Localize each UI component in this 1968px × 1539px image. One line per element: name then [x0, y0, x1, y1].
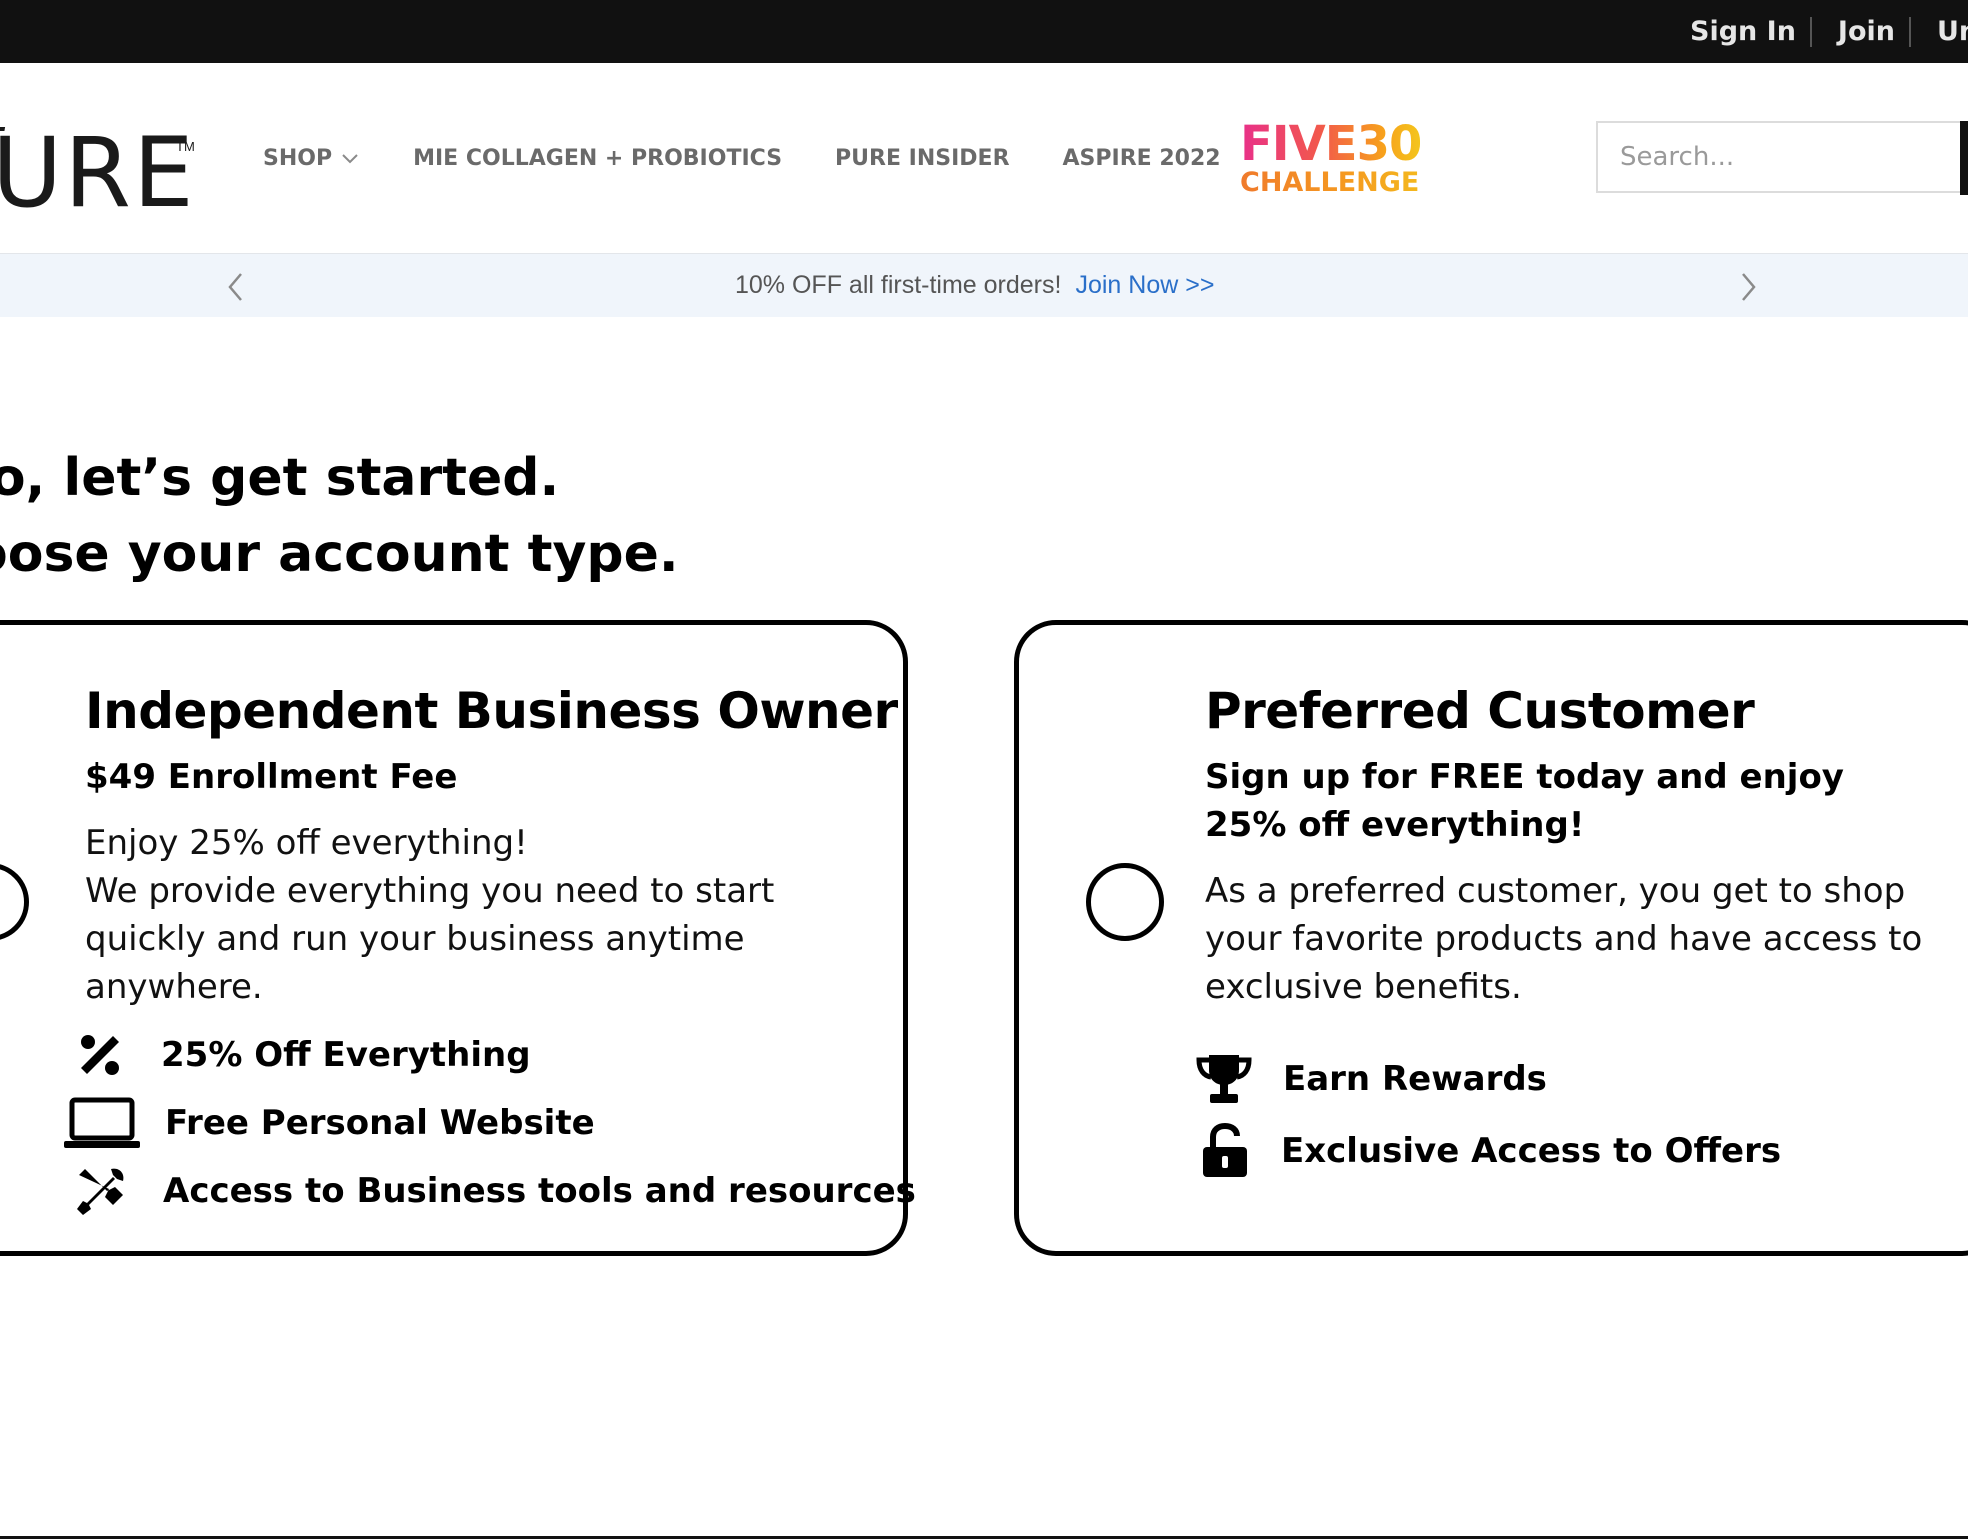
search-input[interactable]: [1596, 121, 1968, 193]
heading-line-2: oose your account type.: [0, 524, 679, 584]
join-link[interactable]: Join: [1838, 16, 1895, 47]
search-button[interactable]: [1960, 121, 1968, 195]
feature-item: Free Personal Website: [63, 1097, 595, 1149]
logo-text: URE: [0, 117, 196, 229]
feature-label: 25% Off Everything: [161, 1035, 531, 1075]
feature-label: Access to Business tools and resources: [163, 1171, 916, 1211]
promo-text: 10% OFF all first-time orders!: [735, 271, 1062, 299]
nav-shop[interactable]: SHOP: [263, 146, 360, 171]
trophy-icon: [1196, 1055, 1252, 1103]
promo-banner: 10% OFF all first-time orders! Join Now …: [0, 254, 1968, 317]
laptop-icon: [64, 1097, 140, 1148]
nav-aspire[interactable]: ASPIRE 2022: [1063, 146, 1221, 171]
feature-label: Exclusive Access to Offers: [1281, 1131, 1782, 1171]
unlock-icon: [1203, 1123, 1247, 1177]
feature-item: Access to Business tools and resources: [75, 1165, 916, 1217]
card-subtitle: $49 Enrollment Fee: [85, 757, 458, 797]
promo-message: 10% OFF all first-time orders! Join Now …: [735, 254, 1214, 317]
five30-challenge-logo[interactable]: FIVE30 CHALLENGE: [1240, 116, 1422, 200]
chevron-left-icon[interactable]: [225, 270, 247, 304]
region-link[interactable]: Uni: [1937, 16, 1968, 47]
account-card-ibo[interactable]: Independent Business Owner $49 Enrollmen…: [0, 620, 916, 1256]
card-description: As a preferred customer, you get to shop…: [1205, 871, 1923, 1007]
card-subtitle: Sign up for FREE today and enjoy 25% off…: [1205, 757, 1844, 845]
main-nav: SHOP MIE COLLAGEN + PROBIOTICS PURE INSI…: [263, 63, 1274, 253]
card-title: Preferred Customer: [1205, 682, 1755, 740]
divider: [1909, 16, 1911, 47]
top-bar: Sign In Join Uni: [0, 0, 1968, 63]
tools-icon: [77, 1168, 124, 1215]
radio-preferred-customer[interactable]: [1086, 863, 1164, 941]
description-line: We provide everything you need to start …: [85, 871, 775, 1007]
card-title: Independent Business Owner: [85, 682, 898, 740]
join-now-link[interactable]: Join Now >>: [1075, 271, 1214, 300]
feature-item: 25% Off Everything: [75, 1030, 531, 1080]
description-line: Enjoy 25% off everything!: [85, 823, 528, 863]
card-description: Enjoy 25% off everything! We provide eve…: [85, 819, 785, 1011]
nav-pure-insider[interactable]: PURE INSIDER: [835, 146, 1009, 171]
heading-line-1: lo, let’s get started.: [0, 448, 560, 508]
trademark: TM: [176, 139, 195, 154]
feature-label: Free Personal Website: [165, 1103, 595, 1143]
feature-label: Earn Rewards: [1283, 1059, 1547, 1099]
nav-collagen[interactable]: MIE COLLAGEN + PROBIOTICS: [413, 146, 782, 171]
page-heading: lo, let’s get started. oose your account…: [0, 440, 679, 592]
account-links: Sign In Join Uni: [1690, 0, 1968, 63]
radio-ibo[interactable]: [0, 863, 29, 941]
divider: [1809, 16, 1812, 47]
chevron-down-icon: [342, 154, 358, 164]
five30-subtitle: CHALLENGE: [1240, 167, 1420, 198]
percent-icon: [81, 1035, 119, 1075]
nav-shop-label: SHOP: [263, 145, 333, 171]
logo[interactable]: URE TM: [0, 113, 196, 235]
chevron-right-icon[interactable]: [1737, 270, 1759, 304]
feature-item: Earn Rewards: [1195, 1052, 1547, 1106]
sign-in-link[interactable]: Sign In: [1690, 16, 1796, 47]
five30-title: FIVE30: [1240, 116, 1422, 172]
account-card-preferred-customer[interactable]: Preferred Customer Sign up for FREE toda…: [1014, 620, 1968, 1256]
feature-item: Exclusive Access to Offers: [1201, 1123, 1781, 1179]
